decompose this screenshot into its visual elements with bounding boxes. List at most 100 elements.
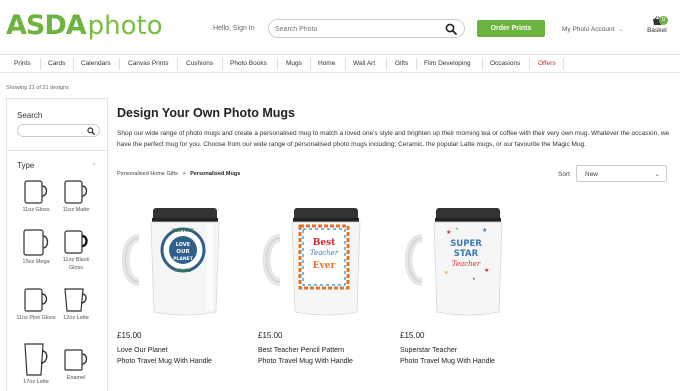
site-header: ASDA photo Hello, Sign In Order Prints M… — [0, 0, 680, 52]
product-subtitle[interactable]: Photo Travel Mug With Handle — [117, 358, 212, 365]
nav-item-mugs[interactable]: Mugs — [286, 60, 302, 67]
breadcrumb-current: Personalised Mugs — [190, 171, 241, 177]
type-option-label: 11oz Gloss — [22, 207, 50, 213]
type-option-enamel[interactable]: Enamel — [56, 347, 96, 382]
product-subtitle[interactable]: Photo Travel Mug With Handle — [258, 358, 353, 365]
product-name[interactable]: Love Our Planet Photo Travel Mug With Ha… — [117, 345, 252, 367]
search-icon[interactable] — [87, 127, 95, 135]
type-option-12oz-latte[interactable]: 12oz Latte — [56, 287, 96, 322]
category-nav: Prints Cards Calendars Canvas Prints Cus… — [0, 54, 680, 73]
asda-photo-logo[interactable]: ASDA photo — [6, 10, 163, 41]
nav-item-offers[interactable]: Offers — [538, 60, 556, 67]
product-price: £15.00 — [117, 331, 142, 340]
nav-item-film-developing[interactable]: Film Developing — [424, 60, 471, 67]
search-icon[interactable] — [445, 23, 457, 35]
order-prints-button[interactable]: Order Prints — [477, 20, 545, 37]
product-card-best-teacher-pencil-pattern[interactable]: Best Teacher Ever £15.00 Best Teacher Pe… — [258, 200, 393, 367]
mug-icon — [64, 230, 88, 254]
basket-count-badge: 0 — [659, 16, 668, 25]
sort-select[interactable]: New ⌄ — [576, 165, 667, 182]
nav-item-prints[interactable]: Prints — [14, 60, 31, 67]
nav-item-wall-art[interactable]: Wall Art — [353, 60, 375, 67]
page-title: Design Your Own Photo Mugs — [117, 106, 296, 120]
nav-divider — [482, 58, 483, 70]
product-image[interactable]: ★ ★ ★ ★ ★ ★ SUPER STAR Teacher — [400, 200, 535, 328]
nav-divider — [119, 58, 120, 70]
type-option-label: 15oz Mega — [22, 259, 50, 265]
nav-divider — [386, 58, 387, 70]
search-box[interactable] — [268, 19, 465, 38]
category-description: Shop our wide range of photo mugs and cr… — [117, 130, 670, 148]
type-option-11oz-matte[interactable]: 11oz Matte — [56, 179, 96, 214]
mug-art-text: Best — [313, 238, 336, 248]
type-option-11oz-pink-gloss[interactable]: 11oz Pink Gloss — [16, 287, 56, 322]
mug-icon — [64, 180, 88, 204]
nav-divider — [40, 58, 41, 70]
nav-divider — [345, 58, 346, 70]
mug-art-text: SUPER — [450, 239, 482, 249]
svg-text:★: ★ — [482, 227, 487, 234]
sign-in-link[interactable]: Hello, Sign In — [213, 25, 255, 32]
product-name[interactable]: Best Teacher Pencil Pattern Photo Travel… — [258, 345, 393, 367]
nav-item-photo-books[interactable]: Photo Books — [230, 60, 267, 67]
mug-art-text: Teacher — [452, 260, 481, 268]
breadcrumb: Personalised Home Gifts > Personalised M… — [117, 171, 240, 177]
product-title[interactable]: Superstar Teacher — [400, 347, 457, 354]
search-input[interactable] — [275, 23, 435, 35]
nav-divider — [416, 58, 417, 70]
type-option-label: 11oz Matte — [62, 207, 90, 213]
product-title[interactable]: Love Our Planet — [117, 347, 168, 354]
mug-art-text: OUR — [176, 249, 190, 255]
nav-divider — [177, 58, 178, 70]
product-price: £15.00 — [258, 331, 283, 340]
product-name[interactable]: Superstar Teacher Photo Travel Mug With … — [400, 345, 535, 367]
type-option-label: Enamel — [66, 375, 86, 381]
product-image[interactable]: RECYCLE LOVE OUR PLANET REUSE — [117, 200, 252, 328]
product-image[interactable]: Best Teacher Ever — [258, 200, 393, 328]
chevron-down-icon: ⌄ — [654, 171, 660, 178]
svg-text:★: ★ — [472, 276, 476, 281]
nav-item-canvas-prints[interactable]: Canvas Prints — [128, 60, 168, 67]
mug-icon — [24, 180, 48, 204]
nav-item-cushions[interactable]: Cushions — [186, 60, 213, 67]
type-option-label: 17oz Latte — [23, 379, 49, 385]
chevron-up-icon[interactable]: ⌃ — [91, 162, 97, 170]
filter-search-heading: Search — [17, 111, 43, 120]
type-option-11oz-gloss[interactable]: 11oz Gloss — [16, 179, 56, 214]
mug-icon — [64, 288, 87, 312]
type-option-11oz-black-gloss[interactable]: 11oz Black Gloss — [56, 229, 96, 272]
account-label: My Photo Account — [562, 26, 615, 33]
nav-item-gifts[interactable]: Gifts — [395, 60, 408, 67]
type-option-label: 11oz Pink Gloss — [16, 315, 56, 321]
logo-asda-text: ASDA — [6, 10, 87, 41]
product-card-love-our-planet[interactable]: RECYCLE LOVE OUR PLANET REUSE £15.00 Lov… — [117, 200, 252, 367]
type-option-label: 12oz Latte — [63, 315, 89, 321]
mug-art-text: REUSE — [175, 268, 191, 274]
mug-art-text: Ever — [313, 261, 336, 271]
mug-art-text: LOVE — [176, 242, 191, 248]
mug-icon — [24, 343, 48, 376]
nav-item-occasions[interactable]: Occasions — [490, 60, 520, 67]
product-card-superstar-teacher[interactable]: ★ ★ ★ ★ ★ ★ SUPER STAR Teacher £15.00 Su… — [400, 200, 535, 367]
breadcrumb-separator: > — [182, 171, 186, 177]
sidebar-divider — [7, 150, 107, 151]
mug-art-text: PLANET — [173, 256, 193, 262]
product-subtitle[interactable]: Photo Travel Mug With Handle — [400, 358, 495, 365]
nav-item-cards[interactable]: Cards — [48, 60, 65, 67]
svg-text:★: ★ — [444, 270, 449, 276]
nav-divider — [73, 58, 74, 70]
nav-item-calendars[interactable]: Calendars — [81, 60, 111, 67]
my-photo-account-menu[interactable]: My Photo Account ⌄ — [562, 25, 624, 33]
nav-item-home[interactable]: Home — [318, 60, 335, 67]
svg-text:★: ★ — [455, 226, 459, 231]
svg-text:★: ★ — [484, 267, 489, 274]
nav-divider — [563, 58, 564, 70]
breadcrumb-link-personalised-home-gifts[interactable]: Personalised Home Gifts — [117, 171, 178, 177]
results-count: Showing 21 of 21 designs — [6, 85, 69, 91]
product-title[interactable]: Best Teacher Pencil Pattern — [258, 347, 344, 354]
type-option-15oz-mega[interactable]: 15oz Mega — [16, 229, 56, 266]
basket-button[interactable]: 0 Basket — [645, 16, 669, 34]
filter-search-input[interactable] — [17, 124, 100, 137]
sort-selected-value: New — [585, 171, 599, 178]
type-option-17oz-latte[interactable]: 17oz Latte — [16, 343, 56, 386]
